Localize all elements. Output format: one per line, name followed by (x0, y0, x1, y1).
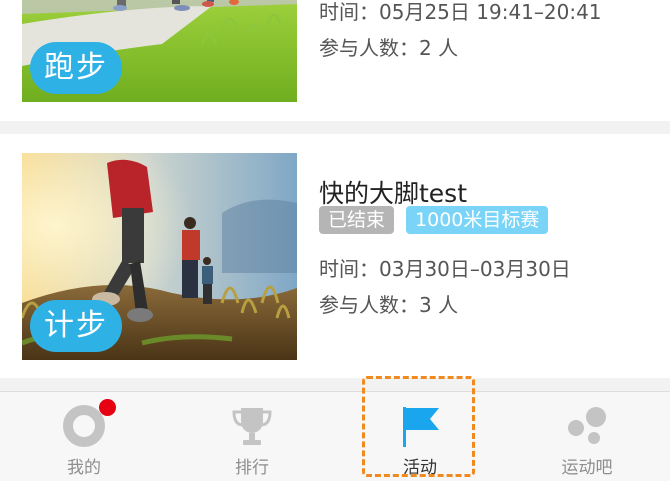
status-tag: 已结束 (319, 206, 395, 234)
tab-ranking[interactable]: 排行 (168, 392, 336, 481)
activity-tags: 已结束 1000米目标赛 (319, 206, 549, 234)
activity-type-badge: 跑步 (30, 42, 122, 94)
activity-thumbnail: 跑步 (22, 0, 297, 102)
goal-tag: 1000米目标赛 (406, 206, 549, 234)
activity-participants: 参与人数：3 人 (319, 293, 459, 317)
tab-label: 排行 (235, 458, 269, 478)
activity-type-badge: 计步 (30, 300, 122, 352)
tab-activities[interactable]: 活动 (336, 392, 504, 481)
activity-thumbnail: 计步 (22, 153, 297, 360)
tab-label: 活动 (403, 458, 437, 478)
card-divider (0, 378, 670, 391)
activity-participants: 参与人数：2 人 (319, 36, 459, 60)
activity-title: 快的大脚test (319, 179, 468, 208)
activity-time: 时间：05月25日 19:41–20:41 (319, 0, 602, 24)
trophy-icon (229, 404, 275, 448)
flag-icon (397, 404, 443, 448)
tab-sports-bar[interactable]: 运动吧 (503, 392, 670, 481)
activity-list-screen: 跑步 时间：05月25日 19:41–20:41 参与人数：2 人 计步 快的大… (0, 0, 670, 481)
notification-dot (99, 399, 116, 416)
tab-label: 我的 (67, 458, 101, 478)
activity-card[interactable]: 跑步 时间：05月25日 19:41–20:41 参与人数：2 人 (0, 0, 670, 121)
bottom-tab-bar: 我的 排行 活动 运动吧 (0, 391, 670, 481)
tab-label: 运动吧 (561, 458, 613, 478)
card-divider (0, 121, 670, 134)
activity-time: 时间：03月30日–03月30日 (319, 257, 571, 281)
activity-card[interactable]: 计步 快的大脚test 已结束 1000米目标赛 时间：03月30日–03月30… (0, 134, 670, 378)
bubbles-icon (564, 404, 610, 448)
tab-profile[interactable]: 我的 (0, 392, 168, 481)
